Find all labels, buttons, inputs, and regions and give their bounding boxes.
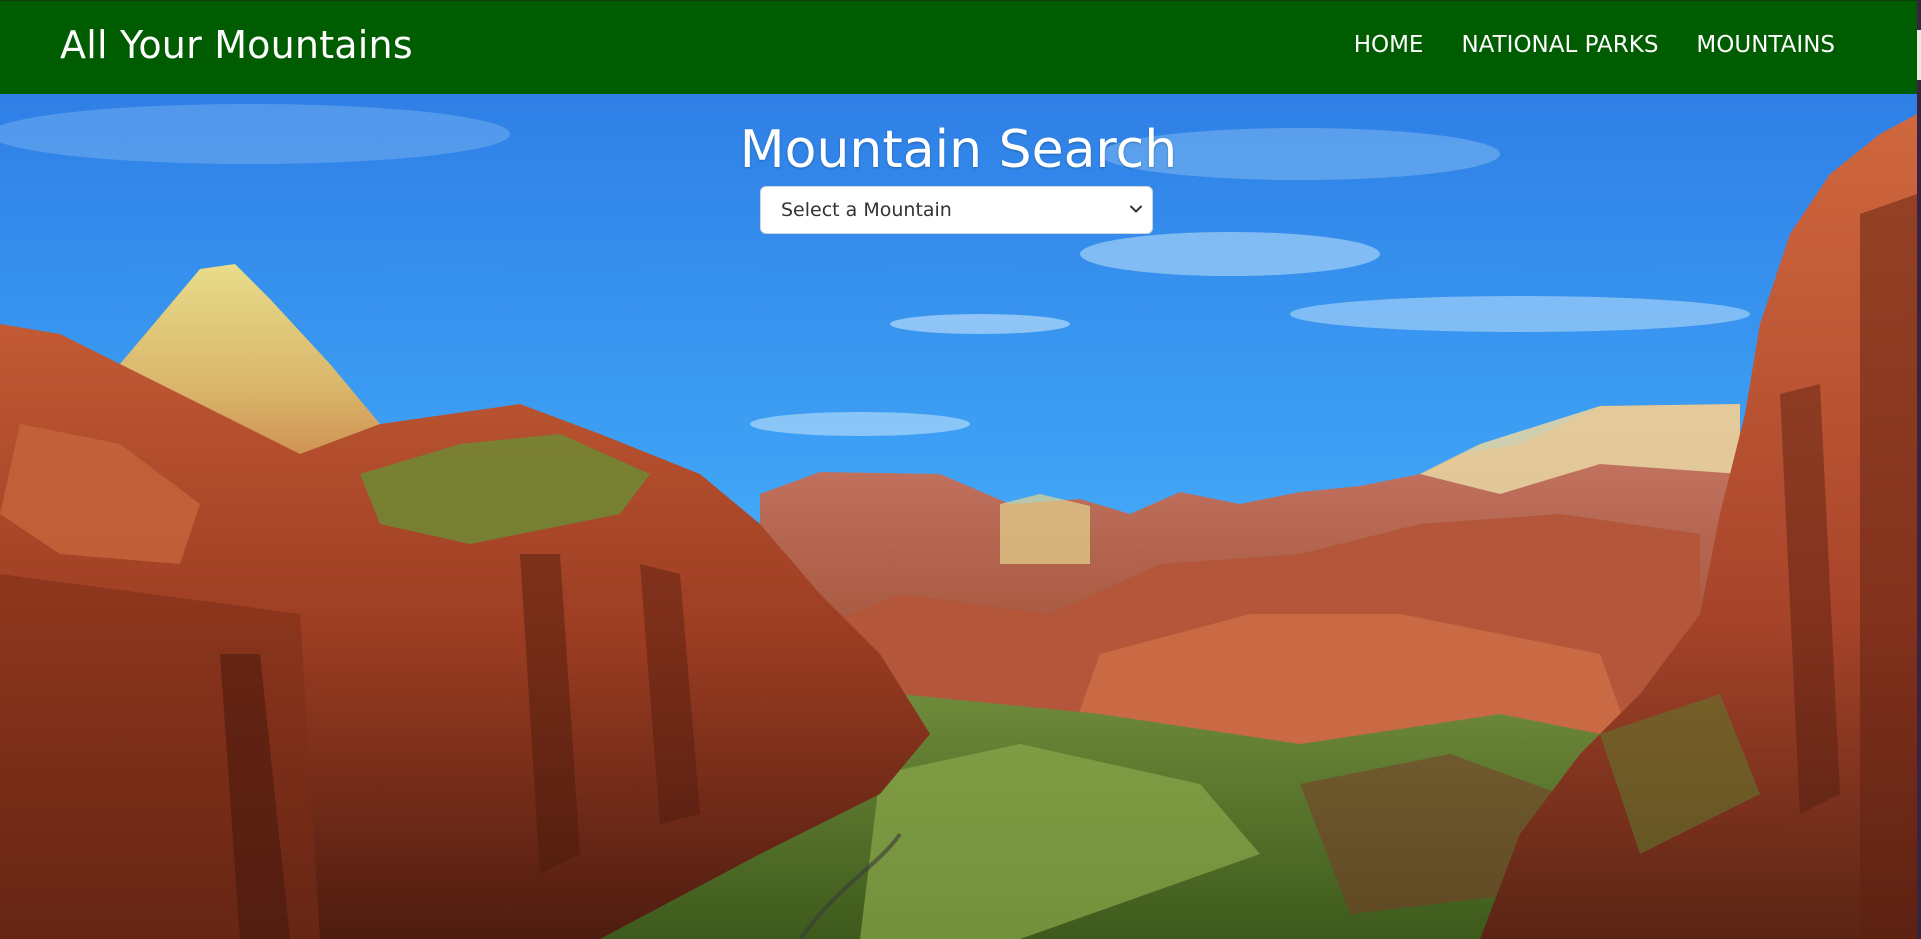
mountain-select-wrapper: Select a Mountain xyxy=(760,186,1153,234)
nav-link-mountains[interactable]: MOUNTAINS xyxy=(1696,32,1835,58)
brand-logo-link[interactable]: All Your Mountains xyxy=(60,23,413,67)
page-scrollbar[interactable] xyxy=(1917,0,1921,939)
top-navbar: All Your Mountains HOME NATIONAL PARKS M… xyxy=(0,0,1917,94)
scrollbar-thumb[interactable] xyxy=(1917,30,1921,80)
page-title: Mountain Search xyxy=(739,120,1178,180)
page: All Your Mountains HOME NATIONAL PARKS M… xyxy=(0,0,1921,939)
nav-link-home[interactable]: HOME xyxy=(1354,32,1424,58)
mountain-select-dropdown[interactable]: Select a Mountain xyxy=(760,186,1153,234)
mountain-search-panel: Mountain Search Select a Mountain xyxy=(0,94,1917,234)
nav-link-national-parks[interactable]: NATIONAL PARKS xyxy=(1461,32,1658,58)
main-nav: HOME NATIONAL PARKS MOUNTAINS xyxy=(1354,32,1835,58)
